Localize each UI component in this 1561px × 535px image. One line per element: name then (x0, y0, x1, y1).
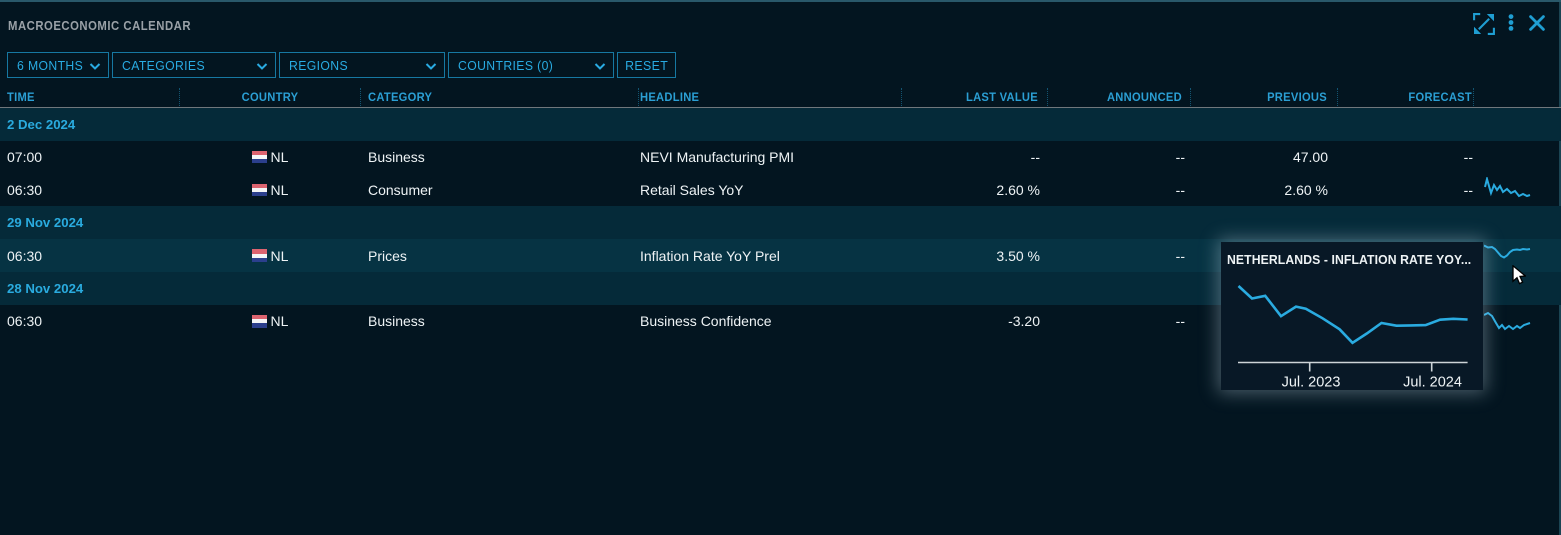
svg-text:Jul. 2024: Jul. 2024 (1403, 374, 1462, 390)
svg-text:Jul. 2023: Jul. 2023 (1282, 374, 1341, 390)
